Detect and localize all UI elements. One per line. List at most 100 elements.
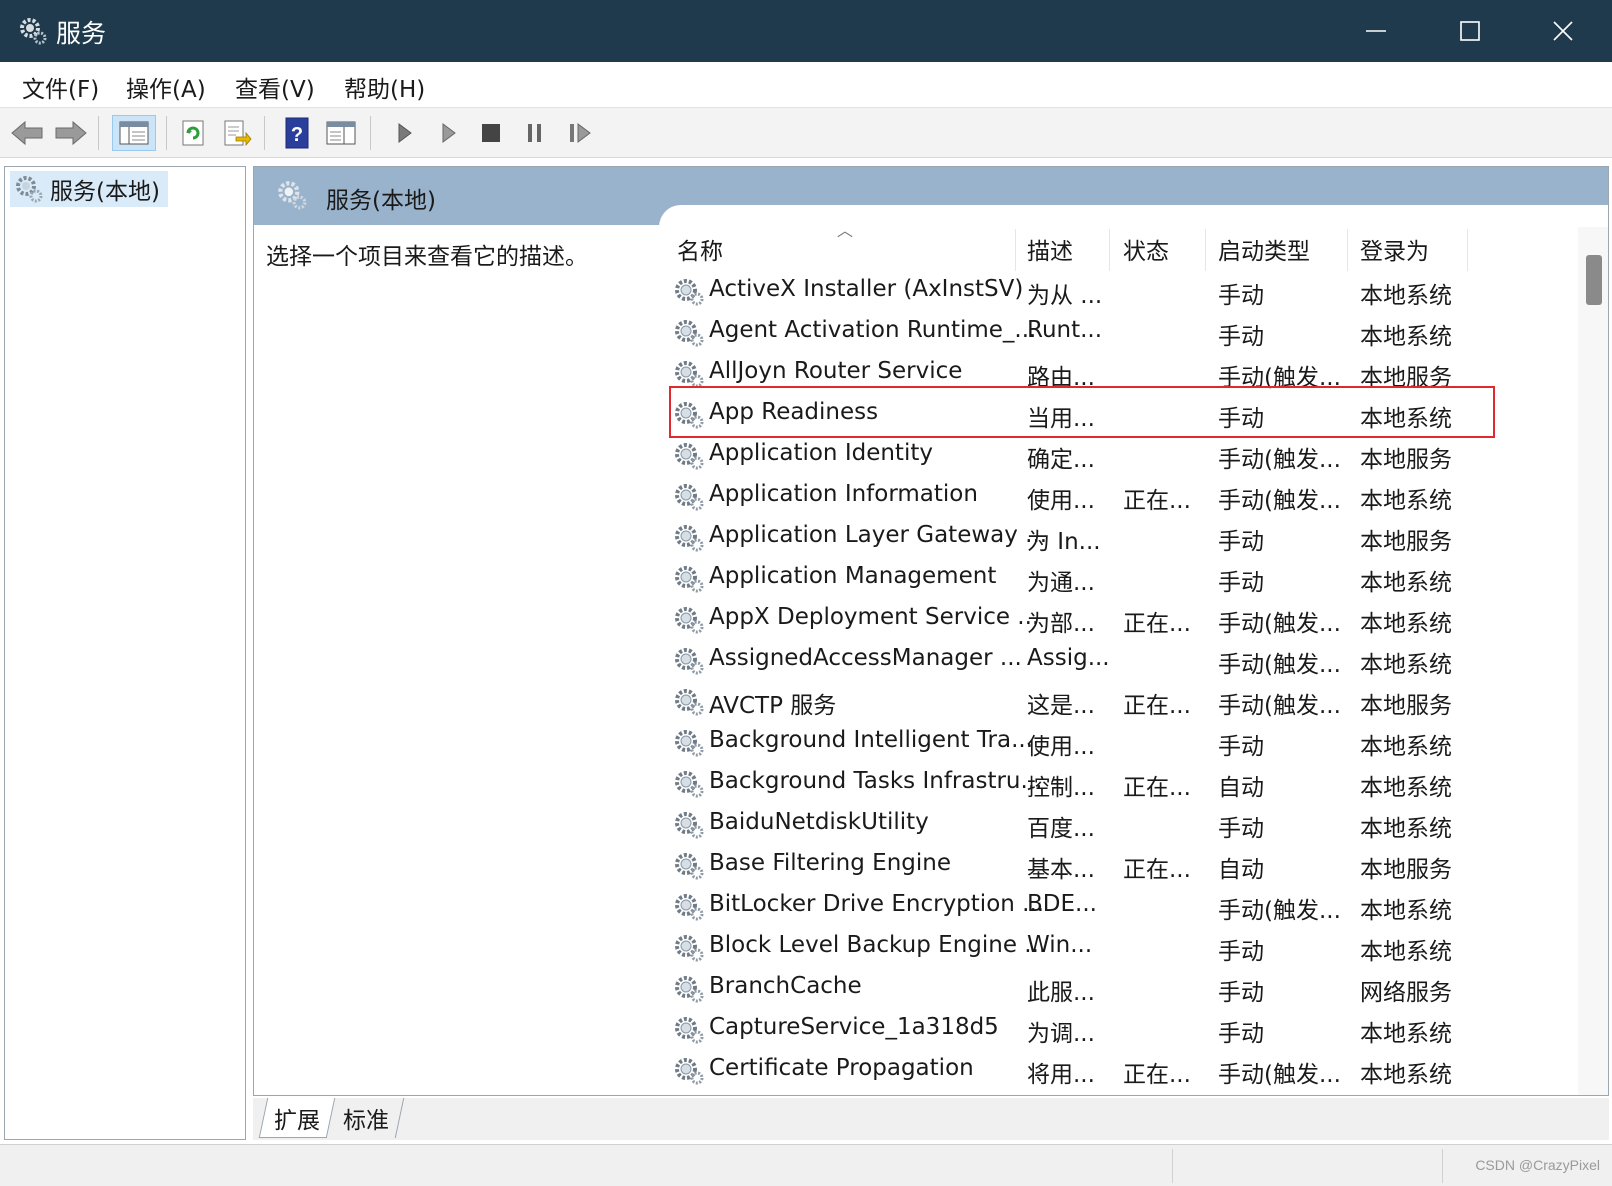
service-row[interactable]: Block Level Backup Engine ... Win... 手动 本地系… bbox=[671, 926, 1571, 968]
service-row[interactable]: Application Identity 确定... 手动(触发... 本地服务 bbox=[671, 434, 1571, 476]
service-row[interactable]: Background Intelligent Tra... 使用... 手动 本地系统 bbox=[671, 721, 1571, 763]
column-logon-as[interactable]: 登录为 bbox=[1360, 227, 1429, 271]
refresh-button[interactable] bbox=[174, 115, 212, 151]
service-logon-as: 本地系统 bbox=[1360, 1062, 1452, 1088]
service-description: 为调... bbox=[1027, 1021, 1095, 1047]
service-row[interactable]: Application Management 为通... 手动 本地系统 bbox=[671, 557, 1571, 599]
title-bar: 服务 bbox=[0, 0, 1612, 62]
scrollbar-thumb[interactable] bbox=[1586, 255, 1602, 305]
minimize-button[interactable] bbox=[1353, 8, 1399, 54]
service-startup-type: 手动(触发... bbox=[1218, 652, 1341, 678]
service-name: Background Intelligent Tra... bbox=[709, 727, 1034, 753]
service-name: Application Management bbox=[709, 563, 997, 589]
service-row[interactable]: BranchCache 此服... 手动 网络服务 bbox=[671, 967, 1571, 1009]
column-startup-type[interactable]: 启动类型 bbox=[1218, 227, 1310, 271]
service-row[interactable]: AllJoyn Router Service 路由... 手动(触发... 本地服务 bbox=[671, 352, 1571, 394]
menu-bar: 文件(F) 操作(A) 查看(V) 帮助(H) bbox=[0, 62, 1612, 108]
start-service-params-button[interactable] bbox=[430, 115, 468, 151]
service-row[interactable]: Base Filtering Engine 基本... 正在... 自动 本地服务 bbox=[671, 844, 1571, 886]
properties-button[interactable] bbox=[322, 115, 360, 151]
close-button[interactable] bbox=[1540, 8, 1586, 54]
service-description: BDE... bbox=[1027, 891, 1097, 917]
service-logon-as: 本地系统 bbox=[1360, 652, 1452, 678]
export-list-button[interactable] bbox=[218, 115, 256, 151]
service-description: 使用... bbox=[1027, 488, 1095, 514]
service-name: Agent Activation Runtime_... bbox=[709, 317, 1037, 343]
service-gear-icon bbox=[675, 566, 704, 593]
column-header: ︿ 名称 描述 状态 启动类型 登录为 bbox=[671, 221, 1571, 271]
maximize-icon bbox=[1460, 21, 1480, 41]
service-logon-as: 本地系统 bbox=[1360, 734, 1452, 760]
services-list: ActiveX Installer (AxInstSV) 为从 ... 手动 本地系统… bbox=[671, 270, 1571, 1095]
service-description: 为 In... bbox=[1027, 529, 1101, 555]
vertical-scrollbar[interactable] bbox=[1578, 227, 1608, 1095]
show-hide-tree-icon bbox=[119, 121, 149, 145]
gear-icon bbox=[20, 18, 47, 45]
stop-service-button[interactable] bbox=[472, 115, 510, 151]
service-row[interactable]: Application Information 使用... 正在... 手动(触发..… bbox=[671, 475, 1571, 517]
service-row[interactable]: Background Tasks Infrastru... 控制... 正在... 自… bbox=[671, 762, 1571, 804]
start-service-params-icon bbox=[442, 123, 456, 143]
tree-item-label: 服务(本地) bbox=[50, 179, 160, 205]
menu-action[interactable]: 操作(A) bbox=[126, 70, 206, 104]
service-name: BitLocker Drive Encryption ... bbox=[709, 891, 1045, 917]
service-description: 将用... bbox=[1027, 1062, 1095, 1088]
service-gear-icon bbox=[675, 320, 704, 347]
gear-icon bbox=[278, 181, 307, 210]
forward-icon bbox=[55, 120, 87, 146]
service-startup-type: 手动 bbox=[1218, 1021, 1264, 1047]
menu-help[interactable]: 帮助(H) bbox=[344, 70, 425, 104]
service-startup-type: 手动(触发... bbox=[1218, 447, 1341, 473]
column-name[interactable]: 名称 bbox=[677, 227, 723, 271]
pause-service-icon bbox=[528, 124, 541, 142]
menu-view[interactable]: 查看(V) bbox=[235, 70, 315, 104]
service-logon-as: 本地系统 bbox=[1360, 816, 1452, 842]
service-startup-type: 手动 bbox=[1218, 406, 1264, 432]
service-startup-type: 手动 bbox=[1218, 980, 1264, 1006]
help-button[interactable]: ? bbox=[278, 115, 316, 151]
column-description[interactable]: 描述 bbox=[1027, 227, 1073, 271]
service-row[interactable]: Application Layer Gateway ... 为 In... 手动 本地… bbox=[671, 516, 1571, 558]
service-description: 为通... bbox=[1027, 570, 1095, 596]
export-list-icon bbox=[224, 120, 252, 147]
forward-button[interactable] bbox=[52, 115, 90, 151]
tree-item-services-local[interactable]: 服务(本地) bbox=[10, 171, 168, 207]
minimize-icon bbox=[1366, 30, 1386, 32]
service-startup-type: 手动 bbox=[1218, 816, 1264, 842]
service-logon-as: 本地系统 bbox=[1360, 324, 1452, 350]
pause-service-button[interactable] bbox=[516, 115, 554, 151]
service-row[interactable]: AppX Deployment Service ... 为部... 正在... 手动(… bbox=[671, 598, 1571, 640]
tab-extended[interactable]: 扩展 bbox=[258, 1098, 336, 1138]
close-icon bbox=[1553, 21, 1573, 41]
service-startup-type: 手动 bbox=[1218, 529, 1264, 555]
service-row[interactable]: Certificate Propagation 将用... 正在... 手动(触发..… bbox=[671, 1049, 1571, 1091]
tab-standard[interactable]: 标准 bbox=[328, 1098, 405, 1138]
service-gear-icon bbox=[675, 279, 704, 306]
service-status: 正在... bbox=[1123, 693, 1191, 719]
service-row[interactable]: Agent Activation Runtime_... Runt... 手动 本地系… bbox=[671, 311, 1571, 353]
service-name: Background Tasks Infrastru... bbox=[709, 768, 1043, 794]
service-name: ActiveX Installer (AxInstSV) bbox=[709, 276, 1024, 302]
column-status[interactable]: 状态 bbox=[1123, 227, 1169, 271]
service-row[interactable]: BaiduNetdiskUtility 百度... 手动 本地系统 bbox=[671, 803, 1571, 845]
service-row[interactable]: ActiveX Installer (AxInstSV) 为从 ... 手动 本地系统 bbox=[671, 270, 1571, 312]
menu-file[interactable]: 文件(F) bbox=[22, 70, 99, 104]
show-hide-tree-button[interactable] bbox=[112, 115, 156, 151]
service-row[interactable]: CaptureService_1a318d5 为调... 手动 本地系统 bbox=[671, 1008, 1571, 1050]
service-row[interactable]: BitLocker Drive Encryption ... BDE... 手动(触… bbox=[671, 885, 1571, 927]
start-service-button[interactable] bbox=[386, 115, 424, 151]
maximize-button[interactable] bbox=[1447, 8, 1493, 54]
back-button[interactable] bbox=[8, 115, 46, 151]
service-gear-icon bbox=[675, 484, 704, 511]
service-row[interactable]: AVCTP 服务 这是... 正在... 手动(触发... 本地服务 bbox=[671, 680, 1571, 722]
properties-icon bbox=[326, 121, 356, 145]
service-logon-as: 本地系统 bbox=[1360, 406, 1452, 432]
service-gear-icon bbox=[675, 607, 704, 634]
service-logon-as: 本地服务 bbox=[1360, 693, 1452, 719]
start-service-icon bbox=[398, 123, 412, 143]
service-name: App Readiness bbox=[709, 399, 879, 425]
resume-service-button[interactable] bbox=[562, 115, 600, 151]
service-row[interactable]: AssignedAccessManager ... Assig... 手动(触发..… bbox=[671, 639, 1571, 681]
service-row[interactable]: App Readiness 当用... 手动 本地系统 bbox=[671, 393, 1571, 435]
service-startup-type: 自动 bbox=[1218, 857, 1264, 883]
